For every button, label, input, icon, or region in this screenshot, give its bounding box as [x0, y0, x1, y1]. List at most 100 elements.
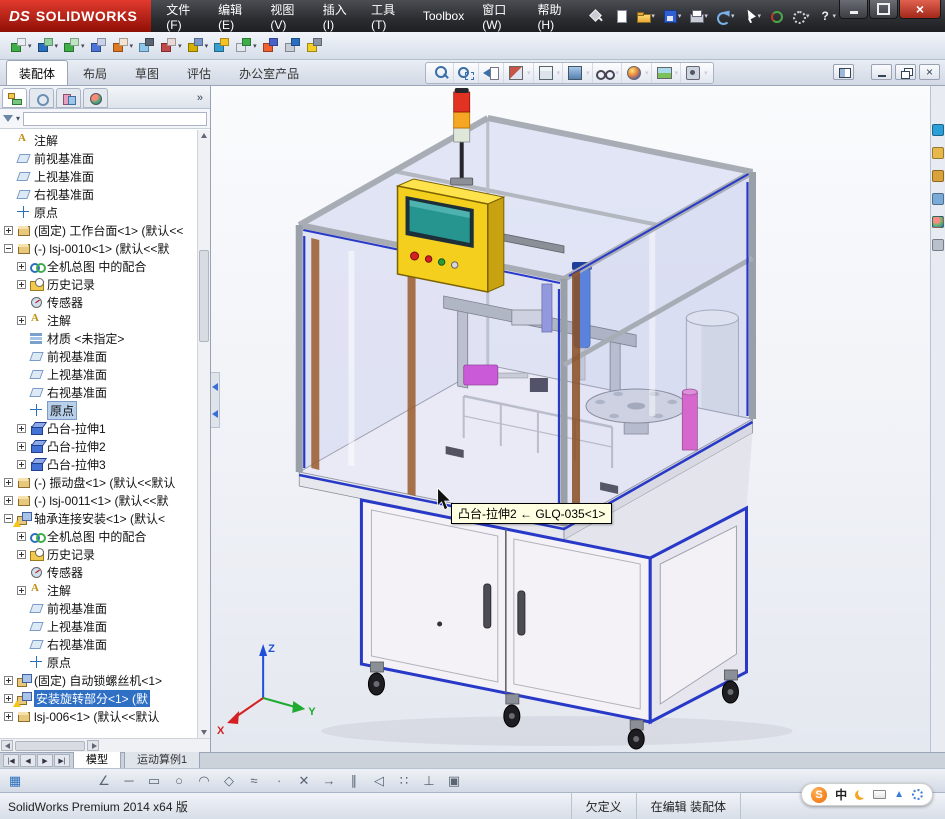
linear-component-pattern-button[interactable]: ▾: [61, 35, 87, 56]
door-handle[interactable]: [517, 590, 526, 636]
scrollbar-thumb[interactable]: [15, 740, 85, 751]
dropdown-arrow-icon[interactable]: ▾: [645, 69, 649, 77]
filter-icon[interactable]: [3, 115, 13, 122]
tree-item[interactable]: 凸台-拉伸1: [0, 419, 196, 437]
polygon-button[interactable]: ◇: [220, 773, 238, 789]
tree-item[interactable]: 前视基准面: [0, 347, 196, 365]
dropdown-arrow-icon[interactable]: ▾: [557, 69, 561, 77]
dropdown-arrow-icon[interactable]: ▾: [81, 42, 85, 50]
tree-item[interactable]: (固定) 自动锁螺丝机<1>: [0, 671, 196, 689]
expand-icon[interactable]: [4, 225, 13, 235]
expand-icon[interactable]: [17, 423, 26, 433]
convert-entities-button[interactable]: →: [320, 773, 338, 788]
line-button[interactable]: ─: [120, 773, 138, 788]
display-manager-tab[interactable]: [83, 88, 108, 108]
tree-item[interactable]: (-) lsj-0010<1> (默认<<默: [0, 239, 196, 257]
dropdown-arrow-icon[interactable]: ▾: [678, 12, 682, 20]
minimize-document-button[interactable]: [871, 64, 892, 80]
hide-show-items-button[interactable]: ▾: [593, 63, 623, 83]
ime-language-indicator[interactable]: 中: [835, 786, 847, 803]
quick-snaps-button[interactable]: ▣: [445, 773, 463, 789]
property-manager-tab[interactable]: [29, 88, 54, 108]
dropdown-arrow-icon[interactable]: ▾: [178, 42, 182, 50]
dropdown-arrow-icon[interactable]: ▾: [675, 69, 679, 77]
mirror-entities-button[interactable]: ◁: [370, 773, 388, 789]
tree-scrollbar-horizontal[interactable]: [0, 738, 210, 752]
dropdown-arrow-icon[interactable]: ▾: [28, 42, 32, 50]
tree-item[interactable]: 右视基准面: [0, 383, 196, 401]
tree-item[interactable]: 注解: [0, 131, 196, 149]
expand-icon[interactable]: [4, 495, 13, 505]
menu-item[interactable]: 编辑(E): [209, 0, 261, 32]
file-explorer-icon[interactable]: [932, 170, 944, 182]
tree-item[interactable]: 原点: [0, 653, 196, 671]
menu-item[interactable]: 工具(T): [362, 0, 414, 32]
new-document-button[interactable]: [611, 7, 631, 25]
reference-geometry-button[interactable]: ▾: [185, 35, 211, 56]
smart-dimension-button[interactable]: ∠: [95, 773, 113, 789]
tree-item[interactable]: (-) 振动盘<1> (默认<<默认: [0, 473, 196, 491]
tab-layout[interactable]: 布局: [70, 60, 120, 85]
expand-icon[interactable]: [17, 261, 26, 271]
scrollbar-thumb[interactable]: [199, 250, 209, 342]
print-button[interactable]: ▾: [686, 7, 711, 25]
collapse-icon[interactable]: [4, 513, 13, 523]
solidworks-resources-icon[interactable]: [932, 124, 944, 136]
dropdown-arrow-icon[interactable]: ▾: [832, 12, 836, 20]
configuration-manager-tab[interactable]: [56, 88, 81, 108]
scroll-left-button[interactable]: [1, 740, 13, 751]
expand-icon[interactable]: [4, 675, 13, 685]
tree-item[interactable]: 右视基准面: [0, 635, 196, 653]
tree-item[interactable]: 前视基准面: [0, 599, 196, 617]
tree-item[interactable]: 传感器: [0, 293, 196, 311]
undo-button[interactable]: ▾: [713, 7, 738, 25]
insert-components-button[interactable]: ▾: [8, 35, 34, 56]
featuremanager-tree-tab[interactable]: [2, 88, 27, 108]
move-component-button[interactable]: ▾: [110, 35, 136, 56]
view-palette-icon[interactable]: [932, 193, 944, 205]
expand-icon[interactable]: [17, 315, 26, 325]
circle-button[interactable]: ○: [170, 773, 188, 788]
menu-item[interactable]: 文件(F): [157, 0, 209, 32]
ime-fullwidth-icon[interactable]: [855, 790, 865, 800]
ime-up-arrow-icon[interactable]: ▲: [894, 789, 904, 800]
point-button[interactable]: ∙: [270, 773, 288, 788]
tree-item[interactable]: (固定) 工作台面<1> (默认<<: [0, 221, 196, 239]
tree-item[interactable]: 凸台-拉伸3: [0, 455, 196, 473]
options-button[interactable]: ▾: [788, 7, 813, 25]
dropdown-arrow-icon[interactable]: ▾: [55, 42, 59, 50]
dropdown-arrow-icon[interactable]: ▾: [757, 12, 761, 20]
toggle-display-pane-button[interactable]: [833, 64, 854, 80]
new-motion-study-button[interactable]: [211, 35, 232, 56]
tree-item[interactable]: 前视基准面: [0, 149, 196, 167]
smart-fasteners-button[interactable]: [88, 35, 109, 56]
graphics-area[interactable]: Z X Y 凸台-拉伸2 ← GLQ-035<1>: [211, 86, 930, 752]
trim-entities-button[interactable]: ✕: [295, 773, 313, 789]
zoom-to-fit-button[interactable]: [429, 63, 454, 83]
tree-item[interactable]: 历史记录: [0, 275, 196, 293]
ime-keyboard-icon[interactable]: [873, 790, 887, 799]
minimize-button[interactable]: [839, 0, 868, 19]
tree-item[interactable]: 右视基准面: [0, 185, 196, 203]
menu-item[interactable]: 窗口(W): [473, 0, 528, 32]
rectangle-button[interactable]: ▭: [145, 773, 163, 789]
instant3d-button[interactable]: [282, 35, 303, 56]
tab-assembly[interactable]: 装配体: [6, 60, 69, 85]
tree-item[interactable]: 凸台-拉伸2: [0, 437, 196, 455]
tree-item[interactable]: 材质 <未指定>: [0, 329, 196, 347]
dropdown-arrow-icon[interactable]: ▾: [527, 69, 531, 77]
menu-item[interactable]: 帮助(H): [528, 0, 581, 32]
display-relations-button[interactable]: ⊥: [420, 773, 438, 789]
restore-document-button[interactable]: [895, 64, 916, 80]
dropdown-arrow-icon[interactable]: ▾: [651, 12, 655, 20]
dropdown-arrow-icon[interactable]: ▾: [704, 12, 708, 20]
tree-item[interactable]: 全机总图 中的配合: [0, 257, 196, 275]
expand-icon[interactable]: [4, 711, 13, 721]
expand-icon[interactable]: [17, 531, 26, 541]
grid-settings-button[interactable]: ▦: [6, 773, 24, 789]
tree-item[interactable]: 历史记录: [0, 545, 196, 563]
filter-dropdown-icon[interactable]: ▾: [16, 114, 20, 123]
zoom-to-area-button[interactable]: [454, 63, 479, 83]
scroll-right-button[interactable]: [87, 740, 99, 751]
expand-icon[interactable]: [4, 477, 13, 487]
